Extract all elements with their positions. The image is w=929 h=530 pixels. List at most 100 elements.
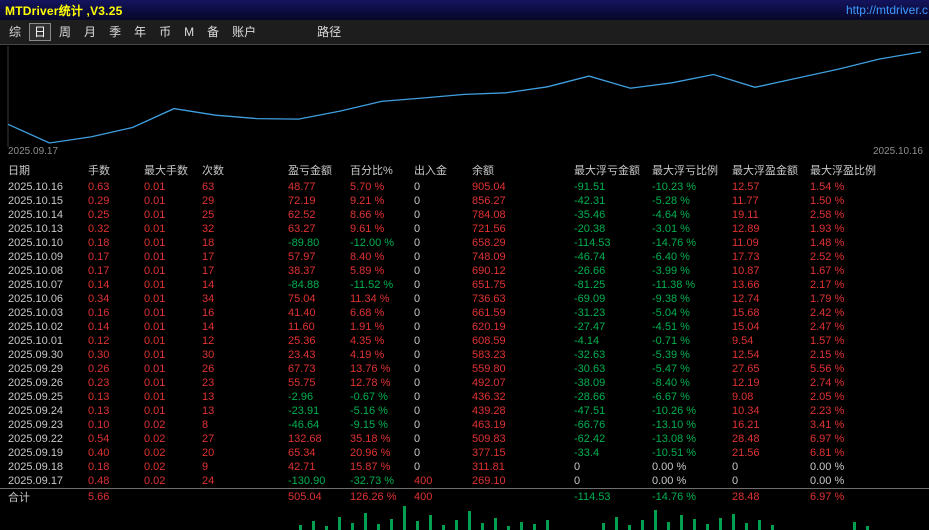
cell: 75.04 [288, 293, 316, 305]
cell: -14.76 % [652, 237, 697, 249]
cell: 0.01 [144, 321, 166, 333]
cell: 9.08 [732, 391, 754, 403]
menu-item-账户[interactable]: 账户 [227, 23, 261, 41]
cell: 856.27 [472, 195, 506, 207]
cell: -9.15 % [350, 419, 388, 431]
volume-bar [507, 526, 510, 530]
table-row[interactable]: 2025.10.03 0.16 0.01 16 41.40 6.68 % 0 661.59 -3… [0, 306, 929, 320]
cell: -42.31 [574, 195, 606, 207]
cell: 0.17 [88, 251, 110, 263]
table-row[interactable]: 2025.10.01 0.12 0.01 12 25.36 4.35 % 0 608.59 -4… [0, 334, 929, 348]
cell: 2025.09.23 [8, 419, 64, 431]
cell: 5.56 % [810, 363, 845, 375]
volume-bar [390, 519, 393, 530]
cell: 12 [202, 335, 215, 347]
cell: 0 [414, 251, 421, 263]
cell: 12.89 [732, 223, 760, 235]
cell: 0.54 [88, 433, 110, 445]
table-row[interactable]: 2025.10.07 0.14 0.01 14 -84.88 -11.52 % 0 651.7… [0, 278, 929, 292]
cell: 905.04 [472, 181, 506, 193]
volume-bar [719, 518, 722, 530]
cell: 400 [414, 490, 433, 503]
table-row[interactable]: 2025.09.29 0.26 0.01 26 67.73 13.76 % 0 559.80 -… [0, 362, 929, 376]
cell: -114.53 [574, 237, 611, 249]
menu-item-币[interactable]: 币 [154, 23, 176, 41]
cell: -5.39 % [652, 349, 690, 361]
cell: 0.17 [88, 265, 110, 277]
cell: 0.34 [88, 293, 110, 305]
cell: 0.40 [88, 447, 110, 459]
cell: 2025.10.16 [8, 181, 64, 193]
cell: 13.76 % [350, 363, 391, 375]
balance-chart-svg [7, 46, 922, 147]
cell: -4.14 [574, 335, 600, 347]
table-row[interactable]: 2025.09.26 0.23 0.01 23 55.75 12.78 % 0 492.07 -… [0, 376, 929, 390]
cell: 126.26 % [350, 490, 397, 503]
menu-item-综[interactable]: 综 [4, 23, 26, 41]
cell: -0.67 % [350, 391, 388, 403]
app-title: MTDriver统计 ,V3.25 [5, 3, 123, 18]
cell: 0.01 [144, 391, 166, 403]
chart-end-date-label: 2025.10.16 [872, 146, 923, 157]
cell: 0.18 [88, 461, 110, 473]
cell: 0 [414, 433, 421, 445]
cell: -5.28 % [652, 195, 690, 207]
menu-item-备[interactable]: 备 [202, 23, 224, 41]
cell: 0.01 [144, 349, 166, 361]
volume-bar [520, 522, 523, 530]
cell: 0 [574, 461, 581, 473]
volume-bar [745, 523, 748, 530]
table-row[interactable]: 2025.10.10 0.18 0.01 18 -89.80 -12.00 % 0 658.2… [0, 236, 929, 250]
cell: -31.23 [574, 307, 606, 319]
cell: 34 [202, 293, 215, 305]
total-row[interactable]: 合计 5.66 505.04 126.26 % 400 -114.53 -14.76 % 28… [0, 488, 929, 505]
table-row[interactable]: 2025.09.30 0.30 0.01 30 23.43 4.19 % 0 583.23 -3… [0, 348, 929, 362]
cell: 25 [202, 209, 215, 221]
column-header: 最大浮亏金额 [574, 165, 640, 177]
cell: 0 [414, 209, 421, 221]
table-row[interactable]: 2025.10.16 0.63 0.01 63 48.77 5.70 % 0 905.04 -9… [0, 180, 929, 194]
menu-item-年[interactable]: 年 [129, 23, 151, 41]
table-row[interactable]: 2025.10.14 0.25 0.01 25 62.52 8.66 % 0 784.08 -3… [0, 208, 929, 222]
table-row[interactable]: 2025.09.25 0.13 0.01 13 -2.96 -0.67 % 0 436.32 -… [0, 390, 929, 404]
cell: 0 [414, 265, 421, 277]
cell: 0.32 [88, 223, 110, 235]
table-row[interactable]: 2025.09.18 0.18 0.02 9 42.71 15.87 % 0 311.81 0 0… [0, 460, 929, 474]
menu-item-日[interactable]: 日 [29, 23, 52, 41]
cell: 0 [414, 237, 421, 249]
cell: 2025.09.22 [8, 433, 64, 445]
volume-bar [732, 514, 735, 530]
menu-item-周[interactable]: 周 [54, 23, 76, 41]
cell: 21.56 [732, 447, 760, 459]
cell: 2025.09.26 [8, 377, 64, 389]
table-row[interactable]: 2025.10.15 0.29 0.01 29 72.19 9.21 % 0 856.27 -4… [0, 194, 929, 208]
cell: 0 [414, 419, 421, 431]
cell: 0.16 [88, 307, 110, 319]
cell: 9 [202, 461, 209, 473]
table-row[interactable]: 2025.09.17 0.48 0.02 24 -130.90 -32.73 % 400 26… [0, 474, 929, 488]
menu-item-季[interactable]: 季 [104, 23, 126, 41]
table-row[interactable]: 2025.09.22 0.54 0.02 27 132.68 35.18 % 0 509.83… [0, 432, 929, 446]
table-row[interactable]: 2025.09.19 0.40 0.02 20 65.34 20.96 % 0 377.15 -… [0, 446, 929, 460]
table-row[interactable]: 2025.10.13 0.32 0.01 32 63.27 9.61 % 0 721.56 -2… [0, 222, 929, 236]
cell: -81.25 [574, 279, 606, 291]
menu-item-月[interactable]: 月 [79, 23, 101, 41]
table-row[interactable]: 2025.10.02 0.14 0.01 14 11.60 1.91 % 0 620.19 -2… [0, 320, 929, 334]
table-row[interactable]: 2025.10.08 0.17 0.01 17 38.37 5.89 % 0 690.12 -2… [0, 264, 929, 278]
website-link[interactable]: http://mtdriver.c [846, 3, 929, 17]
cell: 0.12 [88, 335, 110, 347]
table-row[interactable]: 2025.09.24 0.13 0.01 13 -23.91 -5.16 % 0 439.28… [0, 404, 929, 418]
table-row[interactable]: 2025.09.23 0.10 0.02 8 -46.64 -9.15 % 0 463.19 -… [0, 418, 929, 432]
menu-item-路径[interactable]: 路径 [312, 23, 346, 41]
column-header: 盈亏金额 [288, 165, 332, 177]
cell: -10.51 % [652, 447, 697, 459]
menu-item-M[interactable]: M [179, 23, 199, 41]
cell: 11.60 [288, 321, 315, 333]
volume-bar [533, 524, 536, 530]
cell: 784.08 [472, 209, 506, 221]
table-row[interactable]: 2025.10.06 0.34 0.01 34 75.04 11.34 % 0 736.63 -… [0, 292, 929, 306]
cell: 63.27 [288, 223, 316, 235]
cell: 67.73 [288, 363, 316, 375]
table-row[interactable]: 2025.10.09 0.17 0.01 17 57.97 8.40 % 0 748.09 -4… [0, 250, 929, 264]
volume-bar [325, 526, 328, 530]
